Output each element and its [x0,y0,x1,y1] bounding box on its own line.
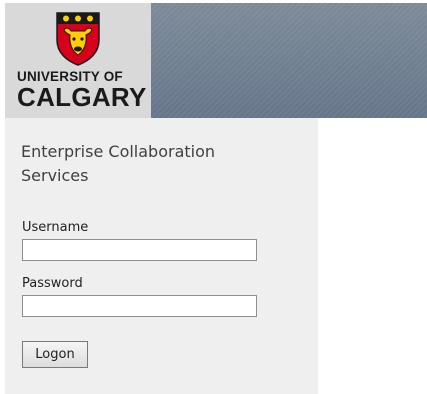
logo-text-line2: CALGARY [17,82,147,112]
login-panel: Enterprise Collaboration Services Userna… [5,118,318,394]
password-label: Password [22,276,83,291]
username-label: Username [22,220,89,235]
university-logo: UNIVERSITY OF CALGARY [5,3,151,118]
university-crest-icon [56,12,100,66]
page-title: Enterprise Collaboration Services [21,142,216,185]
password-input[interactable] [22,295,257,317]
username-input[interactable] [22,239,257,261]
logon-button[interactable]: Logon [22,341,88,368]
header-banner: UNIVERSITY OF CALGARY [5,3,427,118]
